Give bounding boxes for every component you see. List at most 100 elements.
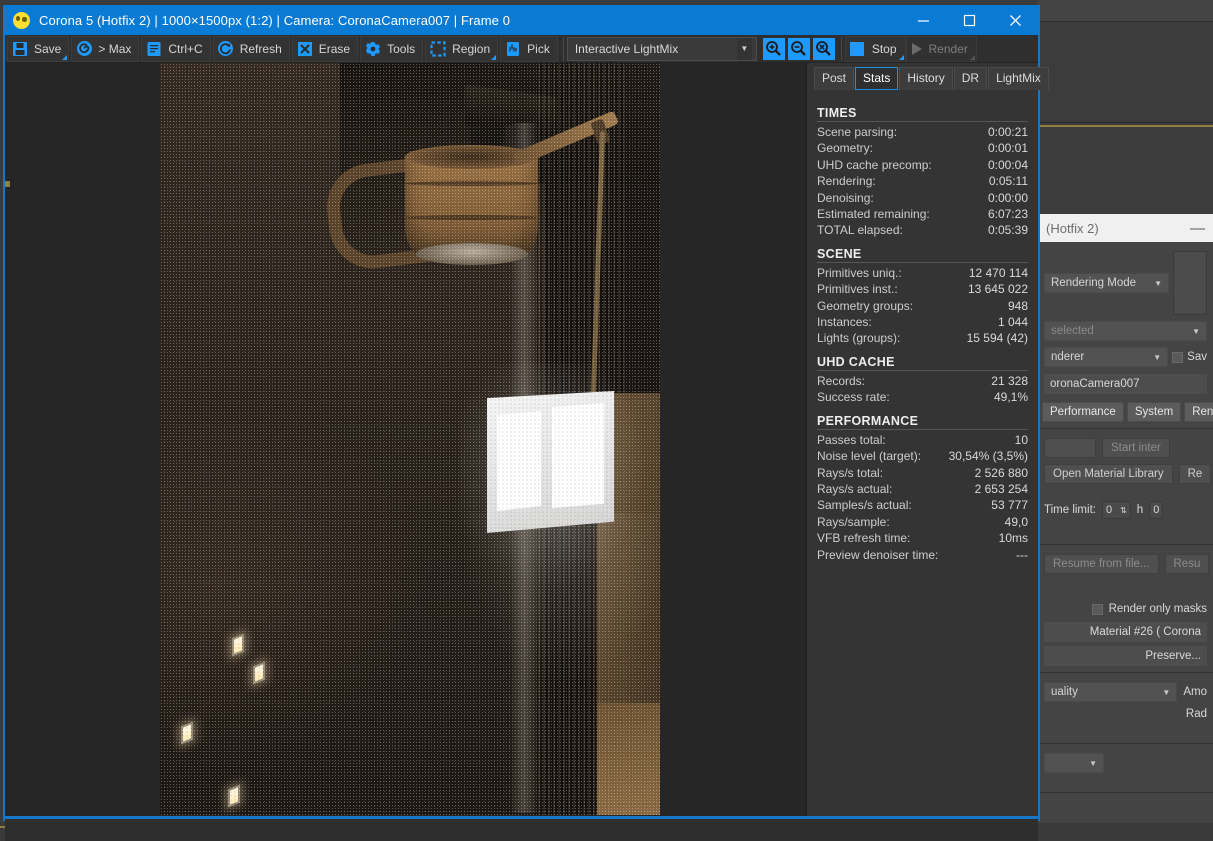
save-button[interactable]: Save — [7, 36, 69, 62]
refresh-circle-icon — [217, 40, 235, 58]
stats-row-key: Rays/sample: — [817, 514, 890, 530]
tab-lightmix[interactable]: LightMix — [988, 67, 1049, 90]
erase-button[interactable]: Erase — [292, 36, 358, 62]
time-limit-minutes-value: 0 — [1153, 504, 1159, 516]
stats-row: Passes total:10 — [817, 432, 1028, 448]
camera-field[interactable]: oronaCamera007 — [1044, 374, 1207, 394]
dropdown-corner-icon[interactable] — [491, 55, 496, 60]
stats-row-key: Rays/s actual: — [817, 481, 892, 497]
stats-row-key: Rays/s total: — [817, 465, 883, 481]
stats-row-value: 0:00:00 — [988, 190, 1028, 206]
tab-dr[interactable]: DR — [954, 67, 987, 90]
render-noise-overlay — [160, 63, 660, 815]
quality-select[interactable]: uality ▼ — [1044, 682, 1177, 702]
stats-row-key: Instances: — [817, 314, 872, 330]
render-label: Render — [929, 42, 968, 56]
rendered-image[interactable] — [160, 63, 660, 815]
tab-post[interactable]: Post — [814, 67, 854, 90]
divider — [1038, 792, 1213, 793]
dropdown-corner-icon[interactable] — [899, 55, 904, 60]
lightmix-select[interactable]: Interactive LightMix ▼ — [567, 37, 757, 61]
render-only-masks-checkbox[interactable] — [1092, 604, 1103, 615]
stats-section-rule — [817, 370, 1028, 371]
stats-row-value: 12 470 114 — [969, 265, 1028, 281]
renderer-select[interactable]: nderer ▼ — [1044, 347, 1168, 367]
divider — [1038, 544, 1213, 545]
pick-label: Pick — [527, 42, 550, 56]
dashed-region-icon — [429, 40, 447, 58]
vfb-toolbar: Save > Max Ctrl+C Refresh — [5, 35, 1038, 63]
send-to-max-button[interactable]: > Max — [71, 36, 139, 62]
screen: (Hotfix 2) — Rendering Mode ▼ selected ▼ — [0, 0, 1213, 841]
divider — [1038, 428, 1213, 429]
start-interactive-button[interactable]: Start inter — [1102, 438, 1170, 458]
corona-logo-icon — [13, 12, 30, 29]
tab-system[interactable]: System — [1127, 402, 1181, 422]
pick-button[interactable]: Pick — [500, 36, 558, 62]
time-limit-hours-stepper[interactable]: 0 ⇅ — [1102, 501, 1131, 519]
render-setup-titlebar: (Hotfix 2) — — [1038, 214, 1213, 242]
re-button[interactable]: Re — [1179, 464, 1212, 484]
tools-button[interactable]: Tools — [360, 36, 423, 62]
stats-panel: Post Stats History DR LightMix TIMESScen… — [806, 63, 1038, 817]
x-cross-icon — [296, 40, 314, 58]
play-triangle-icon — [912, 43, 922, 55]
zoom-reset-button[interactable] — [813, 38, 835, 60]
bg-panel-upper — [1037, 23, 1213, 123]
dropdown-corner-icon[interactable] — [970, 55, 975, 60]
chevron-down-icon[interactable]: ▼ — [737, 38, 752, 60]
time-limit-hours-value: 0 — [1106, 504, 1112, 516]
save-checkbox[interactable] — [1172, 352, 1183, 363]
tab-performance[interactable]: Performance — [1042, 402, 1124, 422]
time-limit-minutes-stepper[interactable]: 0 — [1149, 501, 1163, 519]
dropdown-corner-icon[interactable] — [62, 55, 67, 60]
zoom-out-button[interactable] — [788, 38, 810, 60]
rendering-mode-select[interactable]: Rendering Mode ▼ — [1044, 273, 1169, 293]
resume-button[interactable]: Resu — [1165, 554, 1210, 574]
stop-button[interactable]: Stop — [845, 36, 906, 62]
stats-row: Lights (groups):15 594 (42) — [817, 330, 1028, 346]
selected-select[interactable]: selected ▼ — [1044, 321, 1207, 341]
material-field[interactable]: Material #26 ( Corona — [1044, 622, 1207, 642]
render-setup-title: (Hotfix 2) — [1046, 221, 1099, 236]
close-icon[interactable] — [992, 5, 1038, 35]
stats-row-key: VFB refresh time: — [817, 530, 910, 546]
stats-row-value: 0:00:04 — [988, 157, 1028, 173]
chevron-down-icon: ▼ — [1154, 279, 1162, 288]
stats-row-value: 6:07:23 — [988, 206, 1028, 222]
stats-row: Instances:1 044 — [817, 314, 1028, 330]
render-canvas[interactable] — [5, 63, 806, 817]
minimize-icon[interactable]: — — [1190, 221, 1205, 236]
stats-row-key: Noise level (target): — [817, 448, 921, 464]
tab-render-elements[interactable]: Render Ele — [1184, 402, 1213, 422]
blank-button[interactable] — [1044, 438, 1096, 458]
refresh-label: Refresh — [240, 42, 282, 56]
window-controls — [900, 5, 1038, 35]
gear-icon — [364, 40, 382, 58]
time-limit-row: Time limit: 0 ⇅ h 0 — [1038, 487, 1213, 522]
divider — [1038, 743, 1213, 744]
render-button[interactable]: Render — [906, 36, 977, 62]
open-material-library-button[interactable]: Open Material Library — [1044, 464, 1173, 484]
minimize-icon[interactable] — [900, 5, 946, 35]
render-setup-window: (Hotfix 2) — Rendering Mode ▼ selected ▼ — [1037, 214, 1213, 841]
bottom-select[interactable]: ▼ — [1044, 753, 1104, 773]
quality-row: uality ▼ Amo — [1038, 679, 1213, 705]
region-button[interactable]: Region — [425, 36, 498, 62]
copy-button[interactable]: Ctrl+C — [141, 36, 210, 62]
amount-label: Amo — [1183, 686, 1207, 698]
stats-row-key: Preview denoiser time: — [817, 547, 938, 563]
radius-label: Rad — [1186, 708, 1207, 720]
maximize-icon[interactable] — [946, 5, 992, 35]
tab-stats[interactable]: Stats — [855, 67, 898, 90]
stats-row-key: Lights (groups): — [817, 330, 900, 346]
zoom-in-button[interactable] — [763, 38, 785, 60]
stats-row: Rendering:0:05:11 — [817, 173, 1028, 189]
preserve-button[interactable]: Preserve... — [1044, 646, 1207, 666]
stats-row: Rays/s actual:2 653 254 — [817, 481, 1028, 497]
resume-from-file-button[interactable]: Resume from file... — [1044, 554, 1159, 574]
tab-history[interactable]: History — [899, 67, 952, 90]
refresh-button[interactable]: Refresh — [213, 36, 290, 62]
corona-spiral-icon — [75, 40, 93, 58]
stats-row-value: 49,1% — [994, 389, 1028, 405]
